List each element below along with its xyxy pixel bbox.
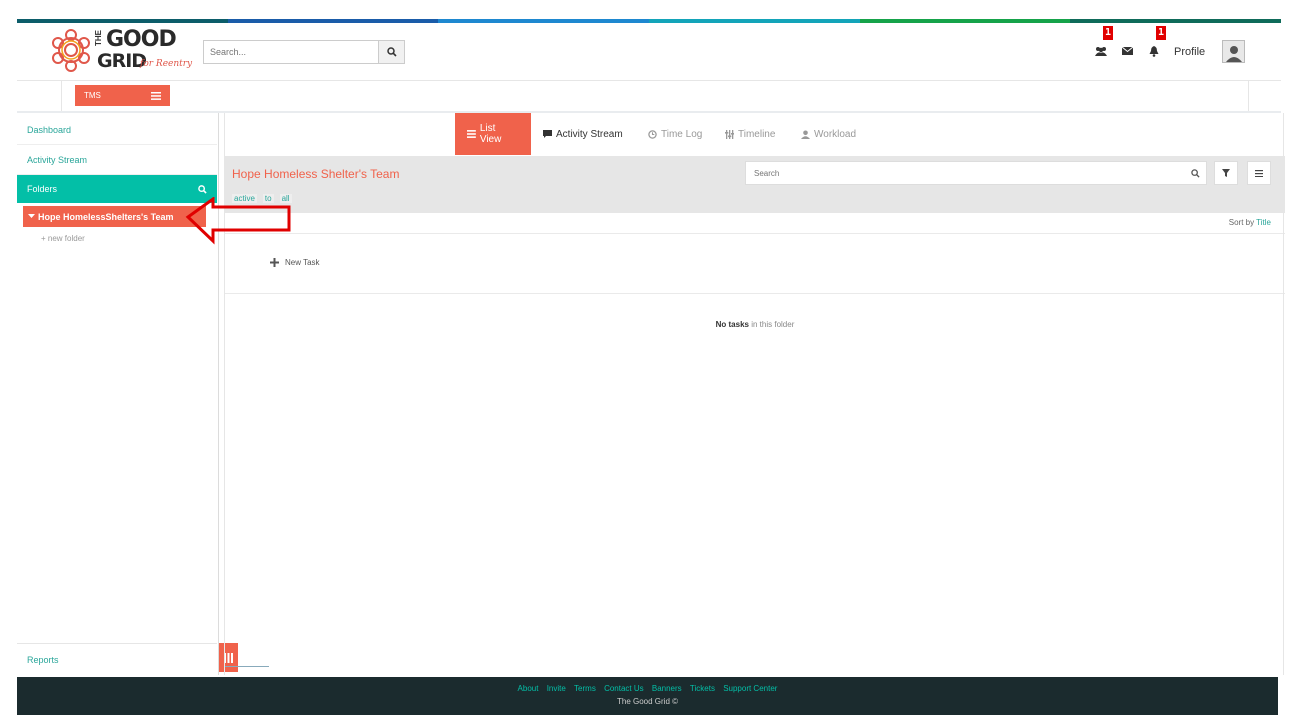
profile-link[interactable]: Profile [1174,46,1205,58]
filter-icon [1222,169,1230,177]
right-divider [1283,113,1284,675]
tab-activity-stream[interactable]: Activity Stream [543,113,623,155]
search-icon[interactable] [198,184,207,194]
caret-down-icon [28,214,35,218]
footer-link-contact[interactable]: Contact Us [604,684,644,693]
notification-badge: 1 [1156,26,1166,40]
tab-workload-label: Workload [814,128,857,140]
empty-state-message: No tasks in this folder [225,320,1285,329]
sidebar-item-activity-stream[interactable]: Activity Stream [17,145,217,175]
global-search [203,40,405,64]
tab-time-log[interactable]: Time Log [648,113,702,155]
sidebar-item-reports[interactable]: Reports [17,643,217,675]
sort-prefix: Sort by [1228,218,1255,227]
folder-item-active[interactable]: Hope HomelessShelters's Team [23,206,206,227]
menu-icon [1255,169,1263,177]
new-task-row: New Task [225,234,1285,294]
footer-link-support[interactable]: Support Center [723,684,777,693]
sidebar-item-dashboard[interactable]: Dashboard [17,115,217,145]
folders-label: Folders [27,184,58,194]
view-tabs: List View Activity Stream Time Log Timel… [225,113,1285,155]
empty-state-bold: No tasks [715,320,749,329]
footer: About Invite Terms Contact Us Banners Ti… [17,677,1278,715]
search-icon [386,47,397,57]
global-search-input[interactable] [204,41,378,63]
menu-button[interactable] [1247,161,1271,185]
main-panel: List View Activity Stream Time Log Timel… [224,113,1285,675]
horizontal-scrollbar[interactable] [225,666,269,667]
folder-item-label: Hope HomelessShelters's Team [38,211,174,222]
tab-timeline-label: Timeline [738,128,776,140]
tab-activity-stream-label: Activity Stream [556,128,623,140]
tab-list-view-label: List View [479,123,502,145]
logo-the: THE [94,30,103,46]
folder-header-band: Hope Homeless Shelter's Team active to a… [225,156,1285,213]
user-silhouette-icon [1225,46,1242,62]
top-header: THE GOOD GRID for Reentry 1 1 Profile [17,23,1281,81]
sub-toolbar: TMS [17,81,1281,113]
footer-copyright: The Good Grid © [616,697,679,706]
list-icon [151,91,161,100]
tms-label: TMS [84,91,101,100]
search-icon[interactable] [1184,168,1206,178]
envelope-icon[interactable] [1120,44,1134,58]
sliders-icon [725,129,734,139]
comment-icon [543,130,552,138]
tab-workload[interactable]: Workload [801,113,856,155]
global-search-button[interactable] [378,41,404,63]
avatar[interactable] [1222,40,1245,63]
clock-icon [648,129,657,139]
tms-button[interactable]: TMS [75,85,170,106]
logo-good: GOOD [106,27,177,52]
plus-icon [270,258,279,267]
footer-link-invite[interactable]: Invite [547,684,566,693]
new-folder-link[interactable]: + new folder [41,234,85,243]
footer-links: About Invite Terms Contact Us Banners Ti… [17,684,1278,693]
folder-title: Hope Homeless Shelter's Team [232,167,400,181]
task-search-input[interactable] [746,167,1184,179]
team-icon[interactable] [1094,44,1108,58]
filter-button[interactable] [1214,161,1238,185]
tab-timeline[interactable]: Timeline [725,113,775,155]
annotation-arrow [185,197,291,245]
tab-list-view[interactable]: List View [455,113,531,155]
bell-icon[interactable] [1147,44,1161,58]
new-task-label: New Task [285,258,320,267]
sort-row: Sort by Title [225,213,1285,234]
sort-field-link[interactable]: Title [1256,218,1271,227]
footer-link-banners[interactable]: Banners [652,684,682,693]
logo-tagline: for Reentry [140,59,193,69]
footer-link-terms[interactable]: Terms [574,684,596,693]
empty-state-rest: in this folder [751,320,795,329]
tab-time-log-label: Time Log [661,128,703,140]
sort-control: Sort by Title [1229,218,1271,227]
team-badge: 1 [1103,26,1113,40]
user-icon [801,130,810,139]
app-logo[interactable]: THE GOOD GRID for Reentry [49,26,209,76]
footer-link-about[interactable]: About [518,684,539,693]
list-icon [467,130,476,138]
logo-grid: GRID [97,50,147,72]
footer-link-tickets[interactable]: Tickets [690,684,715,693]
new-task-button[interactable]: New Task [270,258,320,267]
task-search [745,161,1207,185]
